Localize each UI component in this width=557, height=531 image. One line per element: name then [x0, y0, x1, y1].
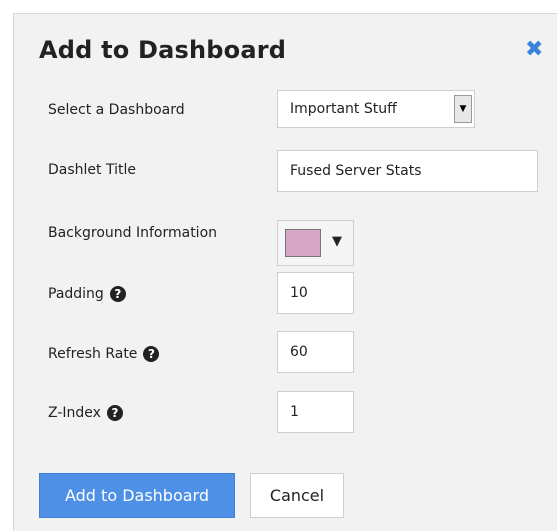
- z-index-label: Z-Index ?: [48, 405, 123, 421]
- dashlet-title-input[interactable]: Fused Server Stats: [277, 150, 538, 192]
- padding-input[interactable]: 10: [277, 272, 354, 314]
- color-swatch[interactable]: [285, 229, 321, 257]
- select-dashboard-label: Select a Dashboard: [48, 102, 185, 118]
- background-color-picker[interactable]: ▼: [277, 220, 354, 266]
- dashlet-title-label: Dashlet Title: [48, 162, 136, 178]
- question-circle-icon[interactable]: ?: [143, 346, 160, 362]
- dialog-title: Add to Dashboard: [39, 36, 287, 64]
- dashboard-select[interactable]: Important Stuff ▼: [277, 90, 475, 128]
- question-circle-icon[interactable]: ?: [106, 405, 123, 421]
- z-index-label-text: Z-Index: [48, 405, 101, 421]
- close-icon[interactable]: ✖: [525, 39, 543, 61]
- refresh-rate-input[interactable]: 60: [277, 331, 354, 373]
- refresh-rate-label: Refresh Rate ?: [48, 346, 160, 362]
- add-to-dashboard-button[interactable]: Add to Dashboard: [39, 473, 235, 518]
- padding-label: Padding ?: [48, 286, 126, 302]
- dashboard-select-value: Important Stuff: [290, 101, 397, 117]
- z-index-input[interactable]: 1: [277, 391, 354, 433]
- add-to-dashboard-dialog: Add to Dashboard ✖ Select a Dashboard Im…: [13, 13, 557, 531]
- cancel-button[interactable]: Cancel: [250, 473, 344, 518]
- refresh-rate-label-text: Refresh Rate: [48, 346, 138, 362]
- dropdown-arrow-icon[interactable]: ▼: [454, 95, 472, 123]
- padding-label-text: Padding: [48, 286, 104, 302]
- dropdown-arrow-icon[interactable]: ▼: [332, 234, 342, 249]
- question-circle-icon[interactable]: ?: [109, 286, 126, 302]
- background-information-label: Background Information: [48, 225, 218, 241]
